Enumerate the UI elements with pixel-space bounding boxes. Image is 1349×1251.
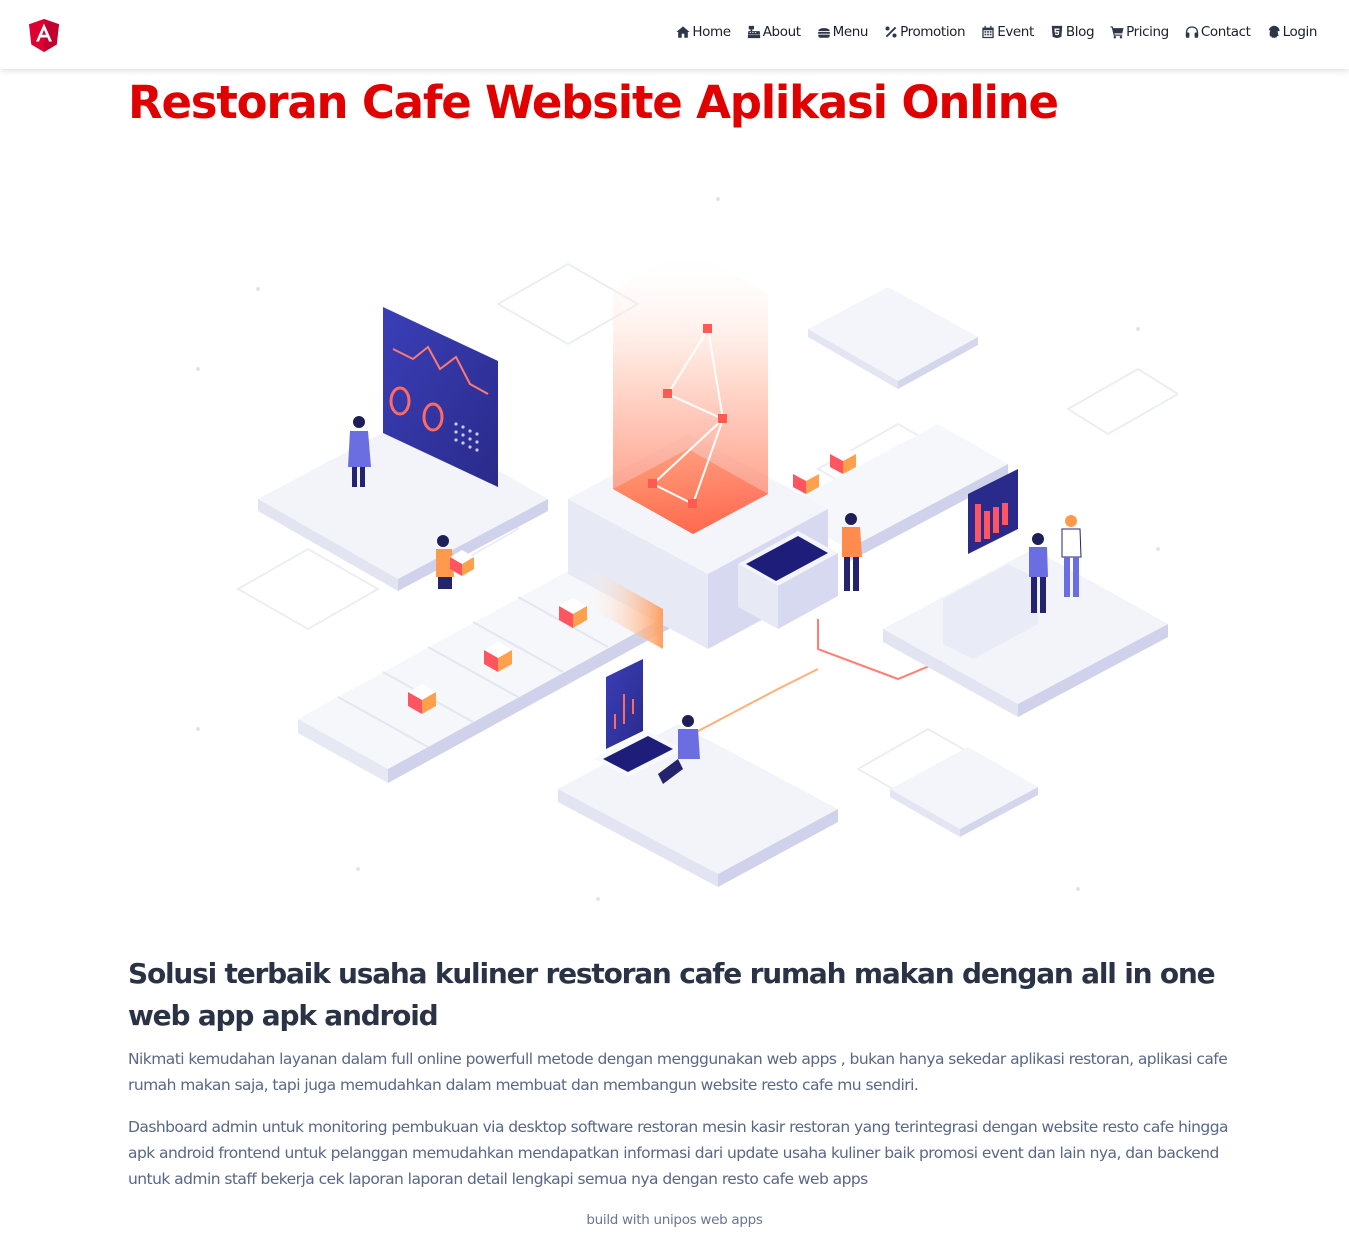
html5-icon <box>1051 25 1063 39</box>
nav-label: Pricing <box>1126 24 1169 40</box>
shopping-cart-icon <box>1110 26 1124 39</box>
nav-item-menu[interactable]: Menu <box>817 24 868 40</box>
platform-small-right <box>890 747 1038 837</box>
nav-label: Contact <box>1200 24 1251 40</box>
hamburger-icon <box>817 28 830 38</box>
headphones-icon <box>1185 26 1198 38</box>
home-icon <box>676 26 690 38</box>
nav-label: About <box>762 24 801 40</box>
footer-note: build with unipos web apps <box>586 1212 763 1228</box>
angular-logo-icon[interactable] <box>29 19 59 52</box>
nav-label: Login <box>1282 24 1318 40</box>
section-subtitle: Solusi terbaik usaha kuliner restoran ca… <box>128 957 1216 1032</box>
features-paragraph: Dashboard admin untuk monitoring pembuku… <box>128 1118 1228 1188</box>
nav-item-promotion[interactable]: Promotion <box>884 24 966 40</box>
intro-paragraph: Nikmati kemudahan layanan dalam full onl… <box>128 1050 1228 1094</box>
nav-item-event[interactable]: Event <box>981 24 1034 40</box>
navbar: Home About Menu Promotion Event Blog Pri… <box>0 0 1349 69</box>
calendar-icon <box>982 25 994 39</box>
platform-desk-worker <box>558 659 838 887</box>
hero-illustration <box>196 197 1178 901</box>
percent-icon <box>885 26 897 38</box>
nav-item-login[interactable]: Login <box>1267 24 1317 40</box>
nav-label: Menu <box>832 24 869 40</box>
nav-item-home[interactable]: Home <box>676 24 731 40</box>
cash-register-icon <box>747 25 760 39</box>
nav-label: Blog <box>1065 24 1095 40</box>
nav-label: Promotion <box>900 24 966 40</box>
nav-item-blog[interactable]: Blog <box>1050 24 1095 40</box>
platform-analyst <box>258 307 548 591</box>
main-nav: Home About Menu Promotion Event Blog Pri… <box>660 24 1317 40</box>
nav-label: Event <box>997 24 1034 40</box>
nav-item-contact[interactable]: Contact <box>1185 24 1251 40</box>
platform-top-right <box>808 287 978 389</box>
main-content: Restoran Cafe Website Aplikasi Online So… <box>128 69 1228 1228</box>
nav-item-about[interactable]: About <box>747 24 801 40</box>
page-title: Restoran Cafe Website Aplikasi Online <box>128 76 1059 129</box>
nav-item-pricing[interactable]: Pricing <box>1110 24 1169 40</box>
nav-label: Home <box>692 24 731 40</box>
fingerprint-icon <box>1268 25 1280 39</box>
